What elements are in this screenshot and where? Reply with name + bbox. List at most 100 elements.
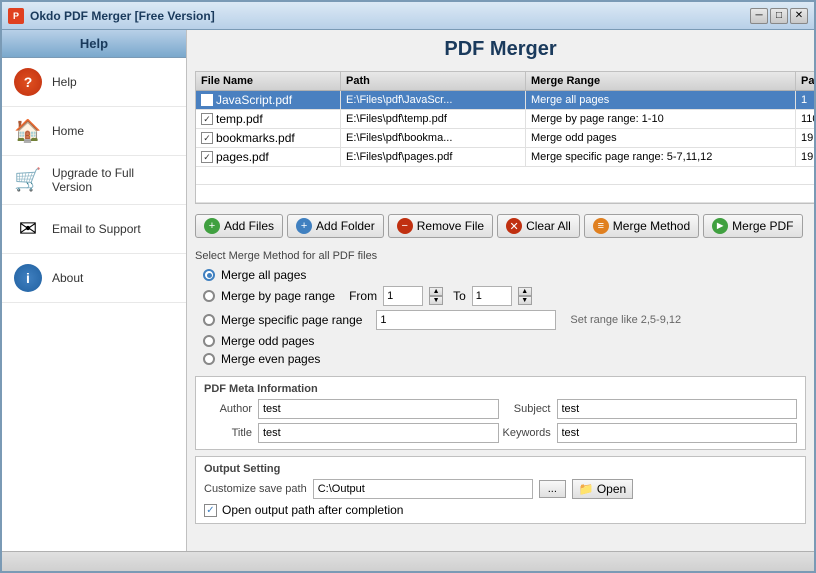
merge-method-section: Select Merge Method for all PDF files Me… <box>195 248 806 370</box>
table-row[interactable]: temp.pdf E:\Files\pdf\temp.pdf Merge by … <box>196 110 814 129</box>
radio-odd[interactable] <box>203 335 215 347</box>
radio-range[interactable] <box>203 290 215 302</box>
subject-label: Subject <box>503 403 551 415</box>
col-range: Merge Range <box>526 72 796 90</box>
close-button[interactable]: ✕ <box>790 8 808 24</box>
sidebar-item-home[interactable]: 🏠 Home <box>2 107 186 156</box>
subject-input[interactable] <box>557 399 798 419</box>
open-after-label: Open output path after completion <box>222 503 403 517</box>
radio-group: Merge all pages Merge by page range From… <box>195 264 806 370</box>
cell-filename-0: JavaScript.pdf <box>196 91 341 109</box>
checkbox-row: ✓ Open output path after completion <box>204 503 797 517</box>
cell-filename-1: temp.pdf <box>196 110 341 128</box>
browse-button[interactable]: ... <box>539 480 566 498</box>
add-folder-button[interactable]: + Add Folder <box>287 214 384 238</box>
about-icon: i <box>14 264 42 292</box>
to-label: To <box>453 289 466 303</box>
to-spin-down[interactable]: ▼ <box>518 296 532 305</box>
author-input[interactable] <box>258 399 499 419</box>
add-files-button[interactable]: + Add Files <box>195 214 283 238</box>
row-checkbox-1[interactable] <box>201 113 213 125</box>
merge-method-icon: ≡ <box>593 218 609 234</box>
toolbar: + Add Files + Add Folder − Remove File ✕… <box>195 210 806 242</box>
table-header: File Name Path Merge Range Page Count St… <box>196 72 814 91</box>
merge-method-label: Select Merge Method for all PDF files <box>195 250 806 262</box>
radio-specific[interactable] <box>203 314 215 326</box>
from-spin-up[interactable]: ▲ <box>429 287 443 296</box>
merge-pdf-button[interactable]: ► Merge PDF <box>703 214 802 238</box>
output-row: Customize save path ... 📁 Open <box>204 479 797 499</box>
help-icon-wrapper: ? <box>12 66 44 98</box>
radio-specific-label: Merge specific page range <box>221 313 362 327</box>
col-filename: File Name <box>196 72 341 90</box>
sidebar-item-help[interactable]: ? Help <box>2 58 186 107</box>
sidebar-item-email[interactable]: ✉ Email to Support <box>2 205 186 254</box>
from-spin-down[interactable]: ▼ <box>429 296 443 305</box>
title-controls: ─ □ ✕ <box>750 8 808 24</box>
to-input[interactable] <box>472 286 512 306</box>
keywords-input[interactable] <box>557 423 798 443</box>
sidebar-label-upgrade: Upgrade to Full Version <box>52 166 176 194</box>
row-checkbox-3[interactable] <box>201 151 213 163</box>
row-checkbox-0[interactable] <box>201 94 213 106</box>
table-row[interactable]: pages.pdf E:\Files\pdf\pages.pdf Merge s… <box>196 148 814 167</box>
cell-path-1: E:\Files\pdf\temp.pdf <box>341 110 526 128</box>
email-icon-wrapper: ✉ <box>12 213 44 245</box>
home-icon-wrapper: 🏠 <box>12 115 44 147</box>
radio-even-label: Merge even pages <box>221 352 320 366</box>
sidebar-label-about: About <box>52 271 83 285</box>
window-title: Okdo PDF Merger [Free Version] <box>30 9 215 23</box>
minimize-button[interactable]: ─ <box>750 8 768 24</box>
help-icon: ? <box>14 68 42 96</box>
range-hint: Set range like 2,5-9,12 <box>570 314 681 326</box>
title-input[interactable] <box>258 423 499 443</box>
cell-count-0: 1 <box>796 91 814 109</box>
about-icon-wrapper: i <box>12 262 44 294</box>
from-input[interactable] <box>383 286 423 306</box>
add-folder-icon: + <box>296 218 312 234</box>
row-checkbox-2[interactable] <box>201 132 213 144</box>
meta-row-keywords: Keywords <box>503 423 798 443</box>
open-button[interactable]: 📁 Open <box>572 479 633 499</box>
radio-row-specific: Merge specific page range Set range like… <box>203 310 798 330</box>
radio-row-range: Merge by page range From ▲ ▼ To ▲ ▼ <box>203 286 798 306</box>
table-row[interactable]: JavaScript.pdf E:\Files\pdf\JavaScr... M… <box>196 91 814 110</box>
add-files-icon: + <box>204 218 220 234</box>
radio-all[interactable] <box>203 269 215 281</box>
cell-range-3: Merge specific page range: 5-7,11,12 <box>526 148 796 166</box>
sidebar-item-upgrade[interactable]: 🛒 Upgrade to Full Version <box>2 156 186 205</box>
cell-path-3: E:\Files\pdf\pages.pdf <box>341 148 526 166</box>
radio-even[interactable] <box>203 353 215 365</box>
table-area: File Name Path Merge Range Page Count St… <box>195 71 806 204</box>
cell-path-2: E:\Files\pdf\bookma... <box>341 129 526 147</box>
title-bar-left: P Okdo PDF Merger [Free Version] <box>8 8 215 24</box>
email-icon: ✉ <box>19 216 37 242</box>
table-wrapper: File Name Path Merge Range Page Count St… <box>195 71 814 204</box>
meta-grid: Author Subject Title Keywords <box>204 399 797 443</box>
clear-all-button[interactable]: ✕ Clear All <box>497 214 580 238</box>
table-row[interactable]: bookmarks.pdf E:\Files\pdf\bookma... Mer… <box>196 129 814 148</box>
sidebar-item-about[interactable]: i About <box>2 254 186 303</box>
remove-file-button[interactable]: − Remove File <box>388 214 493 238</box>
sidebar: Help ? Help 🏠 Home 🛒 Upgrade to Fu <box>2 30 187 551</box>
specific-range-input[interactable] <box>376 310 556 330</box>
radio-odd-label: Merge odd pages <box>221 334 314 348</box>
upgrade-icon-wrapper: 🛒 <box>12 164 44 196</box>
sidebar-header: Help <box>2 30 186 58</box>
to-spin-up[interactable]: ▲ <box>518 287 532 296</box>
open-after-checkbox[interactable]: ✓ <box>204 504 217 517</box>
clear-all-icon: ✕ <box>506 218 522 234</box>
save-path-input[interactable] <box>313 479 533 499</box>
status-bar <box>2 551 814 571</box>
cell-count-1: 1105 <box>796 110 814 128</box>
app-icon: P <box>8 8 24 24</box>
cell-filename-2: bookmarks.pdf <box>196 129 341 147</box>
output-title: Output Setting <box>204 463 797 475</box>
maximize-button[interactable]: □ <box>770 8 788 24</box>
cell-range-2: Merge odd pages <box>526 129 796 147</box>
remove-file-icon: − <box>397 218 413 234</box>
merge-method-button[interactable]: ≡ Merge Method <box>584 214 699 238</box>
to-spinner: ▲ ▼ <box>518 287 532 305</box>
col-path: Path <box>341 72 526 90</box>
meta-row-subject: Subject <box>503 399 798 419</box>
